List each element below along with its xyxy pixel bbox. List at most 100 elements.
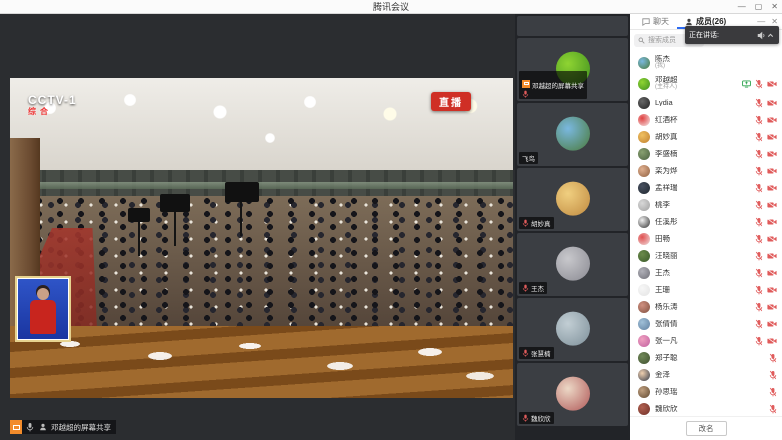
member-row[interactable]: 杨乐涛 (630, 298, 782, 315)
member-name: 郑子聪 (655, 354, 769, 362)
avatar (638, 267, 650, 279)
member-row[interactable]: Lydia (630, 94, 782, 111)
video-thumbnail[interactable] (517, 16, 628, 36)
tab-chat[interactable]: 聊天 (634, 14, 677, 29)
share-label-text: 邓越超的屏幕共享 (51, 422, 111, 433)
avatar (556, 376, 590, 410)
member-row[interactable]: 邓越超 (主持人) (630, 73, 782, 94)
maximize-icon[interactable]: ▢ (755, 0, 763, 14)
search-icon (638, 37, 645, 44)
member-row[interactable]: 任溪彤 (630, 213, 782, 230)
mic-muted-icon (522, 349, 529, 357)
panel-mini-controls: — ✕ (757, 17, 778, 26)
member-row[interactable]: 魏欣欣 (630, 400, 782, 416)
member-row[interactable]: 胡妙真 (630, 128, 782, 145)
member-status-icons (769, 370, 777, 380)
member-status-icons (755, 268, 777, 278)
avatar (638, 131, 650, 143)
window-titlebar: 腾讯会议 — ▢ ✕ (0, 0, 782, 14)
member-row[interactable]: 郑子聪 (630, 349, 782, 366)
thumbnail-label: 邓越超的屏幕共享 (519, 71, 587, 99)
member-row[interactable]: 王杰 (630, 264, 782, 281)
member-row[interactable]: 田畅 (630, 230, 782, 247)
window-controls: — ▢ ✕ (738, 0, 778, 14)
avatar (638, 352, 650, 364)
avatar (556, 311, 590, 345)
member-row[interactable]: 孟祥瑞 (630, 179, 782, 196)
member-status-icons (755, 302, 777, 312)
member-name: Lydia (655, 99, 755, 107)
member-name: 栾为烨 (655, 167, 755, 175)
member-name: 桃李 (655, 201, 755, 209)
close-icon[interactable]: ✕ (771, 0, 778, 14)
member-row[interactable]: 张一凡 (630, 332, 782, 349)
mic-muted-icon (755, 79, 763, 89)
avatar (638, 403, 650, 415)
camera-off-icon (767, 235, 777, 243)
member-row[interactable]: 张倩倩 (630, 315, 782, 332)
mic-muted-icon (755, 166, 763, 176)
camera-off-icon (767, 99, 777, 107)
thumbnail-name: 魏欣欣 (531, 413, 551, 423)
member-name: 孟祥瑞 (655, 184, 755, 192)
member-row[interactable]: 金泽 (630, 366, 782, 383)
member-name: 王杰 (655, 269, 755, 277)
member-status-icons (755, 251, 777, 261)
mic-muted-icon (769, 387, 777, 397)
chat-icon (642, 18, 650, 26)
avatar (638, 335, 650, 347)
member-row[interactable]: 陈杰 (我) (630, 52, 782, 73)
member-status-icons (755, 132, 777, 142)
shared-screen-video[interactable]: CCTV-1 综合 直播 (10, 78, 513, 398)
avatar (638, 386, 650, 398)
members-panel: 聊天 成员(26) — ✕ 搜索成员 正在讲话: (630, 14, 782, 440)
avatar (638, 284, 650, 296)
member-status-icons (769, 404, 777, 414)
member-row[interactable]: 栾为烨 (630, 162, 782, 179)
panel-minimize-icon[interactable]: — (757, 17, 765, 26)
interpreter-figure (28, 288, 58, 338)
member-name: 金泽 (655, 371, 769, 379)
member-row[interactable]: 汪晓丽 (630, 247, 782, 264)
video-thumbnail[interactable]: 胡妙真 (517, 168, 628, 231)
member-list[interactable]: 陈杰 (我) 邓越超 (主持人) Lydia 红酒杯 (630, 50, 782, 416)
member-status-icons (755, 217, 777, 227)
panel-footer: 改名 (630, 416, 782, 440)
video-thumbnail[interactable]: 魏欣欣 (517, 363, 628, 426)
scene-glass-strip (10, 182, 513, 189)
mic-muted-icon (755, 251, 763, 261)
member-role-tag: (主持人) (655, 84, 742, 90)
member-name: 杨乐涛 (655, 303, 755, 311)
member-name: 任溪彤 (655, 218, 755, 226)
share-label-bar: 邓越超的屏幕共享 (10, 420, 116, 434)
video-thumbnail[interactable]: 飞鸟 (517, 103, 628, 166)
members-icon (685, 18, 693, 26)
speaking-indicator: 正在讲话: (685, 26, 779, 44)
member-name: 汪晓丽 (655, 252, 755, 260)
collapse-arrow-icon[interactable] (766, 31, 775, 40)
video-thumbnail[interactable]: 王杰 (517, 233, 628, 296)
rename-button[interactable]: 改名 (686, 421, 727, 436)
member-name: 红酒杯 (655, 116, 755, 124)
member-row[interactable]: 红酒杯 (630, 111, 782, 128)
avatar (556, 181, 590, 215)
member-row[interactable]: 王珊 (630, 281, 782, 298)
panel-close-icon[interactable]: ✕ (771, 17, 778, 26)
member-row[interactable]: 孙思瑶 (630, 383, 782, 400)
shared-screen-stage: CCTV-1 综合 直播 邓越超的屏幕共享 (0, 14, 515, 440)
video-thumbnail[interactable]: 邓越超的屏幕共享 (517, 38, 628, 101)
member-row[interactable]: 桃李 (630, 196, 782, 213)
minimize-icon[interactable]: — (738, 0, 746, 14)
cctv-channel-logo: CCTV-1 综合 (28, 94, 77, 116)
member-status-icons (755, 183, 777, 193)
member-row[interactable]: 李盛楠 (630, 145, 782, 162)
avatar (638, 57, 650, 69)
presenter-icon (38, 422, 48, 432)
thumbnail-label: 胡妙真 (519, 217, 554, 229)
avatar (638, 233, 650, 245)
video-thumbnail[interactable]: 张慧楠 (517, 298, 628, 361)
sign-language-inset (15, 276, 71, 342)
member-status-icons (755, 200, 777, 210)
member-name: 李盛楠 (655, 150, 755, 158)
camera-off-icon (767, 320, 777, 328)
